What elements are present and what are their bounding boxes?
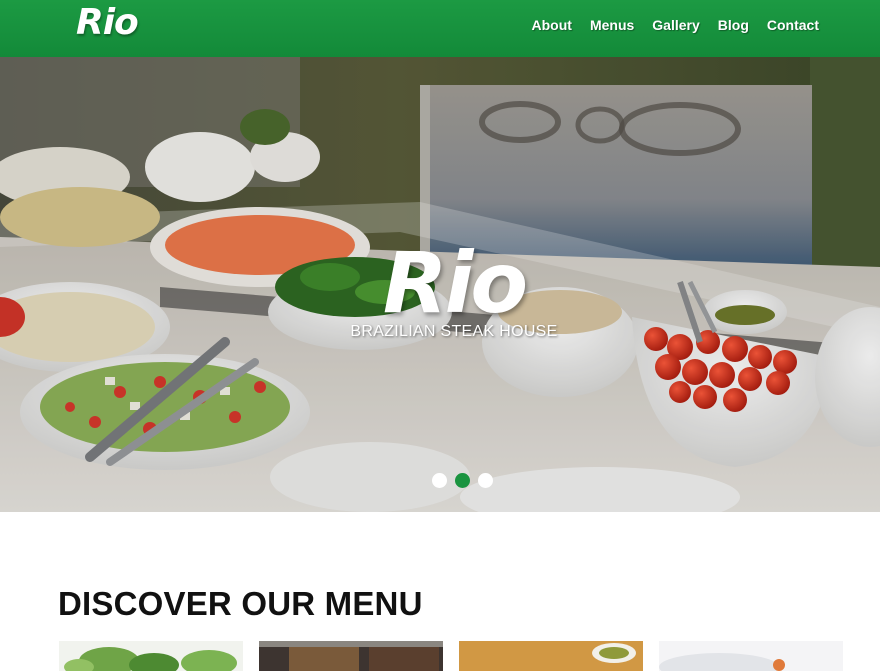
nav-link-contact[interactable]: Contact <box>758 17 828 33</box>
nav-link-menus[interactable]: Menus <box>581 17 643 33</box>
nav-link-gallery[interactable]: Gallery <box>643 17 708 33</box>
nav-link-blog[interactable]: Blog <box>709 17 758 33</box>
discover-menu-heading: DISCOVER OUR MENU <box>58 585 423 622</box>
hero-subtitle: BRAZILIAN STEAK HOUSE <box>350 323 558 340</box>
menu-thumbnail-grilled-meat[interactable] <box>259 641 443 671</box>
slider-dot-2[interactable] <box>455 473 470 488</box>
site-header: Rio About Menus Gallery Blog Contact <box>0 0 880 57</box>
site-logo[interactable]: Rio <box>76 2 139 43</box>
slider-dot-1[interactable] <box>432 473 447 488</box>
hero-logo: Rio BRAZILIAN STEAK HOUSE <box>349 237 559 341</box>
hero-title: Rio <box>382 234 528 332</box>
slider-dots <box>432 473 493 488</box>
menu-thumbnail-salad-greens[interactable] <box>59 641 243 671</box>
slider-dot-3[interactable] <box>478 473 493 488</box>
menu-thumbnail-plated-dish[interactable] <box>659 641 843 671</box>
main-nav: About Menus Gallery Blog Contact <box>523 0 829 50</box>
menu-thumbnails <box>59 641 843 671</box>
menu-thumbnail-wooden-board-dip[interactable] <box>459 641 643 671</box>
hero-slider: Rio BRAZILIAN STEAK HOUSE <box>0 57 880 512</box>
nav-link-about[interactable]: About <box>523 17 581 33</box>
